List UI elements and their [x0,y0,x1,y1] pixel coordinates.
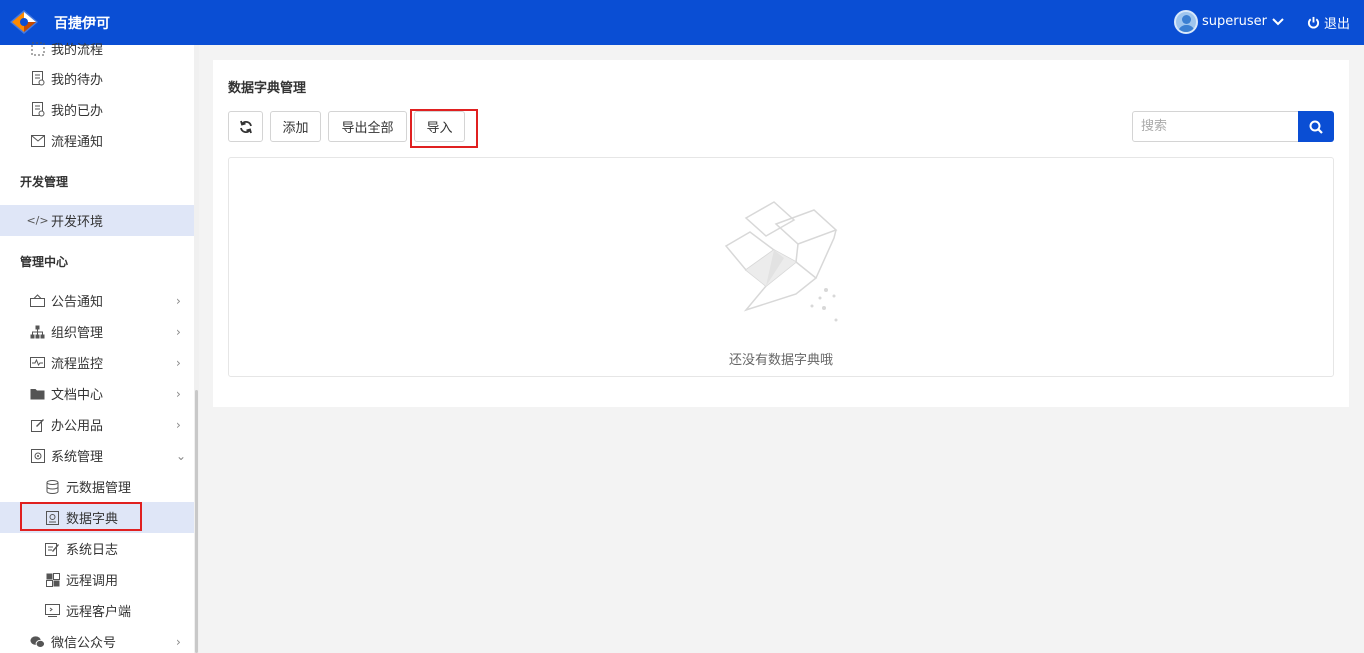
sidebar-item-label: 远程调用 [66,574,119,589]
top-header: 百捷伊可 superuser 退出 [0,0,1364,45]
mail-icon [30,133,45,148]
add-button[interactable]: 添加 [270,111,321,142]
remote-client-icon [45,603,60,618]
logout-label: 退出 [1324,17,1351,32]
empty-state-text: 还没有数据字典哦 [728,353,833,368]
folder-icon [30,386,45,401]
chevron-down-icon[interactable] [1272,14,1284,28]
sidebar-item-my-flows[interactable]: 我的流程 [0,33,194,64]
edit-icon [30,417,45,432]
database-icon [45,479,60,494]
sidebar-scrollbar-thumb[interactable] [195,390,198,653]
sidebar-subitem-remote-call[interactable]: 远程调用 [0,564,194,595]
sidebar-item-label: 远程客户端 [66,605,132,620]
wechat-icon [30,634,45,649]
sidebar-item-dev-env[interactable]: </> 开发环境 [0,205,194,236]
username[interactable]: superuser [1202,14,1267,29]
sidebar-item-system-mgmt[interactable]: 系统管理 ⌄ [0,440,194,471]
export-all-button[interactable]: 导出全部 [328,111,407,142]
chevron-right-icon: › [176,324,181,339]
sidebar-subitem-metadata[interactable]: 元数据管理 [0,471,194,502]
chevron-right-icon: › [176,293,181,308]
sidebar-item-announcement[interactable]: 公告通知 › [0,285,194,316]
sidebar-item-label: 系统管理 [51,450,104,465]
sidebar-item-wechat[interactable]: 微信公众号 › [0,626,194,653]
search-input[interactable] [1132,111,1299,142]
sidebar-item-flow-notice[interactable]: 流程通知 [0,125,194,156]
code-icon: </> [26,214,49,227]
announcement-icon [30,293,45,308]
app-logo [10,10,38,34]
done-doc-icon [30,102,45,117]
sidebar-item-label: 我的已办 [51,104,104,119]
org-tree-icon [30,324,45,339]
empty-box-icon [724,201,838,322]
log-icon [45,541,60,556]
chevron-right-icon: › [176,634,181,649]
avatar[interactable] [1174,10,1198,34]
highlight-box-dictionary [20,502,142,531]
sidebar-item-label: 公告通知 [51,295,104,310]
highlight-box-import [410,109,478,148]
power-icon [1307,16,1320,29]
chevron-right-icon: › [176,386,181,401]
sidebar-item-label: 文档中心 [51,388,104,403]
sidebar-item-label: 组织管理 [51,326,104,341]
sidebar-item-label: 办公用品 [51,419,104,434]
sidebar-item-label: 流程通知 [51,135,104,150]
chevron-right-icon: › [176,417,181,432]
flow-icon [30,41,45,56]
remote-call-icon [45,572,60,587]
todo-doc-icon [30,71,45,86]
page-title: 数据字典管理 [228,81,307,96]
sidebar-item-label: 微信公众号 [51,636,117,651]
sidebar-item-doc-center[interactable]: 文档中心 › [0,378,194,409]
section-title-dev: 开发管理 [20,175,69,189]
sidebar-item-org[interactable]: 组织管理 › [0,316,194,347]
sidebar-item-label: 我的待办 [51,73,104,88]
empty-state: 还没有数据字典哦 [0,349,1364,368]
section-title-admin: 管理中心 [20,255,69,269]
settings-icon [30,448,45,463]
chevron-down-icon: ⌄ [176,448,187,463]
sidebar-item-office-supplies[interactable]: 办公用品 › [0,409,194,440]
sidebar-item-my-todo[interactable]: 我的待办 [0,63,194,94]
sidebar-item-label: 我的流程 [51,43,104,58]
sidebar-item-label: 元数据管理 [66,481,132,496]
sidebar-subitem-remote-client[interactable]: 远程客户端 [0,595,194,626]
search-icon [1309,120,1323,134]
sidebar-item-my-done[interactable]: 我的已办 [0,94,194,125]
app-title: 百捷伊可 [54,16,110,32]
refresh-icon [239,120,252,133]
sidebar-item-label: 开发环境 [51,215,104,230]
search-button[interactable] [1298,111,1334,142]
refresh-button[interactable] [228,111,263,142]
sidebar-subitem-system-log[interactable]: 系统日志 [0,533,194,564]
sidebar-item-label: 系统日志 [66,543,119,558]
logout-button[interactable]: 退出 [1307,13,1350,32]
